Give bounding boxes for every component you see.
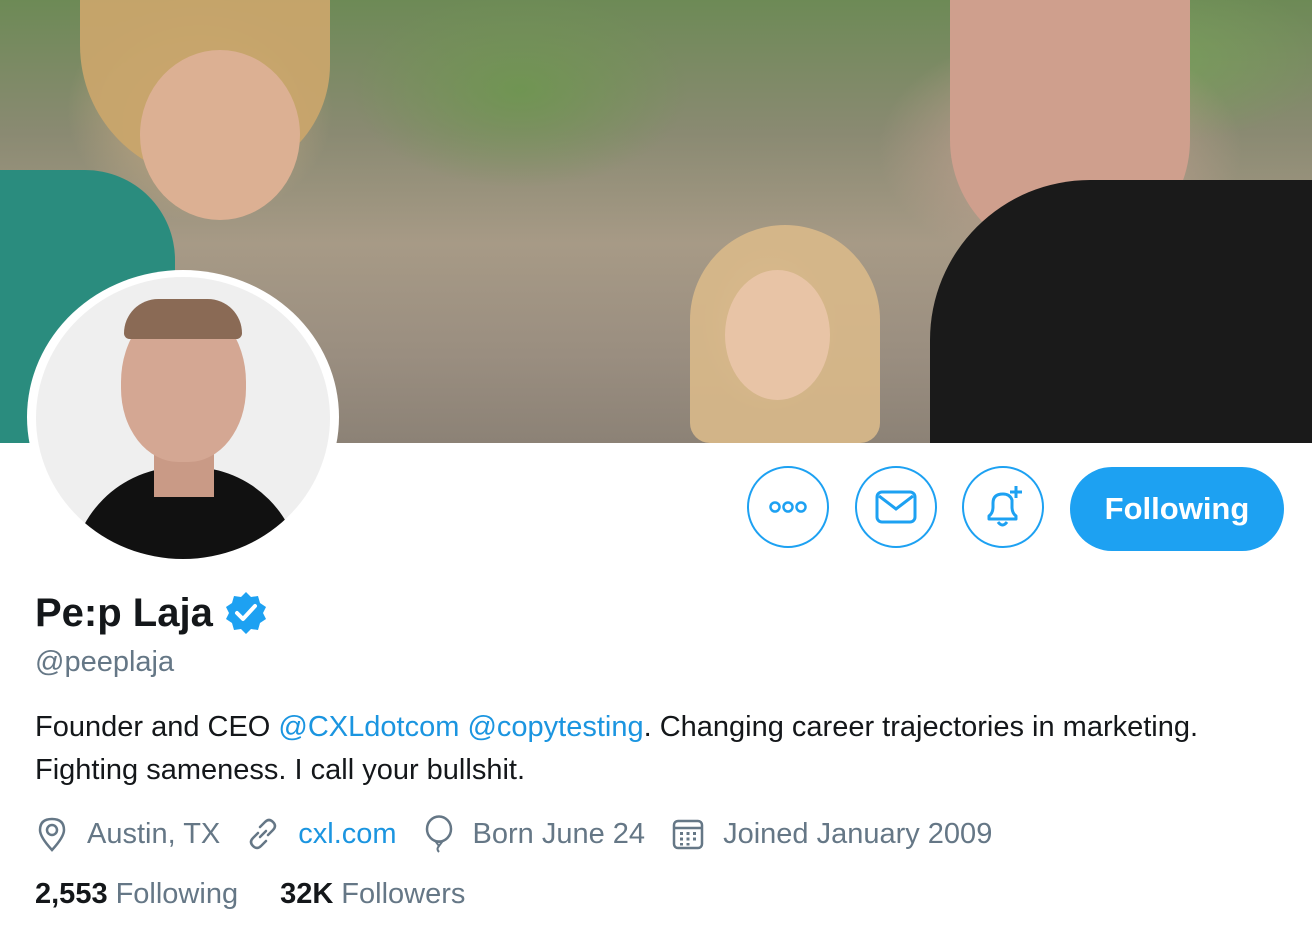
- link-icon: [250, 818, 277, 850]
- joined-item: Joined January 2009: [671, 817, 992, 851]
- followers-label: Followers: [341, 878, 466, 910]
- balloon-icon: [425, 815, 452, 853]
- calendar-icon: [672, 819, 704, 850]
- birthday-item: Born June 24: [423, 815, 646, 853]
- notifications-button[interactable]: [962, 466, 1044, 548]
- verified-badge-icon: [223, 590, 269, 636]
- message-button[interactable]: [855, 466, 937, 548]
- location-text: Austin, TX: [87, 817, 221, 850]
- following-button[interactable]: Following: [1070, 467, 1284, 551]
- profile-handle: @peeplaja: [35, 646, 175, 678]
- profile-bio: Founder and CEO @CXLdotcom @copytesting.…: [35, 706, 1235, 792]
- joined-text: Joined January 2009: [723, 817, 993, 850]
- bio-mention-cxldotcom[interactable]: @CXLdotcom: [278, 711, 459, 743]
- followers-count-link[interactable]: 32K Followers: [280, 878, 465, 911]
- followers-count: 32K: [280, 878, 334, 910]
- bio-mention-copytesting[interactable]: @copytesting: [467, 711, 643, 743]
- following-count-link[interactable]: 2,553 Following: [35, 878, 238, 911]
- bell-plus-icon: [987, 486, 1022, 527]
- profile-name-row: Pe:p Laja: [35, 590, 269, 636]
- following-count: 2,553: [35, 878, 108, 910]
- profile-meta: Austin, TX cxl.com Born June 24 Joined J…: [35, 812, 1018, 856]
- profile-stats: 2,553 Following 32K Followers: [35, 878, 507, 911]
- envelope-icon: [875, 490, 917, 524]
- more-icon: [769, 501, 807, 513]
- website-link[interactable]: cxl.com: [298, 818, 396, 851]
- profile-name: Pe:p Laja: [35, 590, 213, 635]
- following-label: Following: [115, 878, 239, 910]
- location-item: Austin, TX: [35, 816, 220, 852]
- more-options-button[interactable]: [747, 466, 829, 548]
- birthday-text: Born June 24: [472, 817, 646, 850]
- website-item: cxl.com: [246, 817, 397, 851]
- location-pin-icon: [38, 817, 66, 852]
- profile-avatar[interactable]: [27, 270, 339, 564]
- bio-prefix: Founder and CEO: [35, 711, 279, 743]
